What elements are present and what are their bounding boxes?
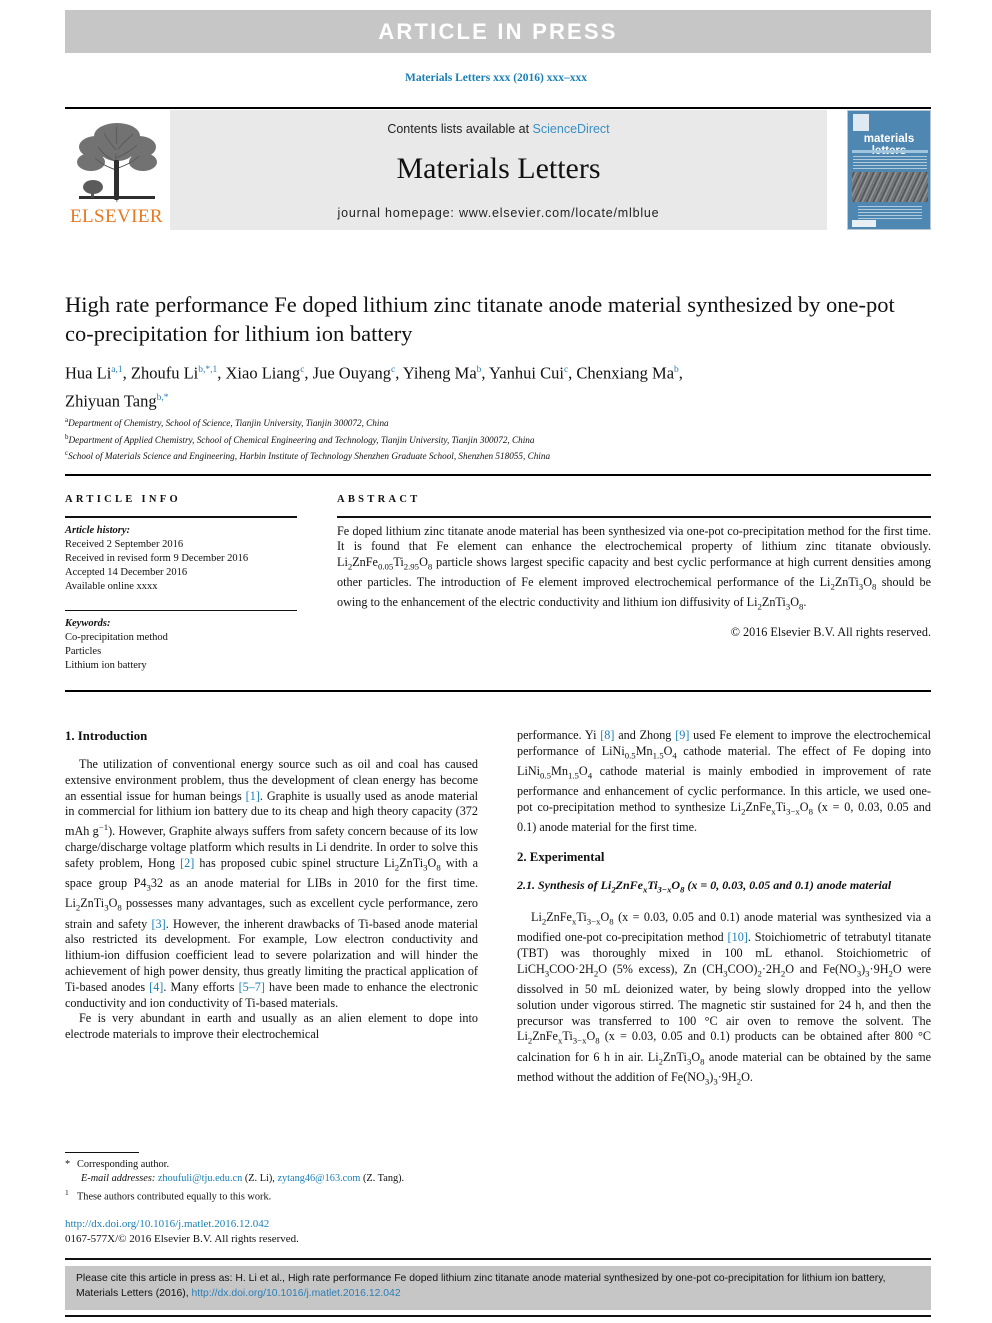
doi-link[interactable]: http://dx.doi.org/10.1016/j.matlet.2016.… xyxy=(65,1217,495,1232)
cover-journal-title: materials letters xyxy=(863,133,915,157)
history-item: Available online xxxx xyxy=(65,580,158,592)
keyword-item: Lithium ion battery xyxy=(65,660,147,672)
email-addresses-label: E-mail addresses: xyxy=(81,1173,156,1185)
history-item: Received 2 September 2016 xyxy=(65,538,184,550)
cover-elsevier-mark-icon xyxy=(853,114,869,131)
footnote-text: These authors contributed equally to thi… xyxy=(77,1191,272,1203)
affiliation-list: aDepartment of Chemistry, School of Scie… xyxy=(65,414,927,464)
masthead-center-panel: Contents lists available at ScienceDirec… xyxy=(170,110,827,230)
footnote-equal-contribution: 1 These authors contributed equally to th… xyxy=(65,1186,485,1205)
cite-box-top-rule xyxy=(65,1258,931,1260)
cover-text-lines xyxy=(853,156,927,170)
elsevier-logo: ELSEVIER xyxy=(65,110,168,230)
citation-ref[interactable]: [10] xyxy=(728,930,748,944)
affiliation-item: aDepartment of Chemistry, School of Scie… xyxy=(65,414,927,431)
sciencedirect-link[interactable]: ScienceDirect xyxy=(533,122,610,136)
paragraph: The utilization of conventional energy s… xyxy=(65,757,479,1010)
running-head: Materials Letters xxx (2016) xxx–xxx xyxy=(404,72,588,84)
email-owner-1: (Z. Li), xyxy=(244,1173,275,1185)
contents-available-line: Contents lists available at ScienceDirec… xyxy=(170,122,827,136)
section-heading-introduction: 1. Introduction xyxy=(65,729,148,743)
citation-ref[interactable]: [4] xyxy=(149,980,163,994)
abstract-column: Fe doped lithium zinc titanate anode mat… xyxy=(337,516,931,640)
doi-block: http://dx.doi.org/10.1016/j.matlet.2016.… xyxy=(65,1217,495,1246)
email-link-1[interactable]: zhoufuli@tju.edu.cn xyxy=(158,1173,242,1184)
article-in-press-banner: ARTICLE IN PRESS xyxy=(65,10,931,53)
issn-copyright-line: 0167-577X/© 2016 Elsevier B.V. All right… xyxy=(65,1232,299,1245)
citation-ref[interactable]: [3] xyxy=(152,917,166,931)
citation-ref[interactable]: [2] xyxy=(180,856,194,870)
citation-ref[interactable]: [1] xyxy=(246,789,260,803)
footnote-emails: E-mail addresses: zhoufuli@tju.edu.cn (Z… xyxy=(65,1172,485,1186)
affiliation-text: Department of Applied Chemistry, School … xyxy=(68,434,535,445)
abstract-heading: ABSTRACT xyxy=(337,494,421,505)
affiliation-item: cSchool of Materials Science and Enginee… xyxy=(65,447,927,464)
article-info-heading: ARTICLE INFO xyxy=(65,494,181,505)
paragraph: performance. Yi [8] and Zhong [9] used F… xyxy=(517,728,932,835)
body-column-left: 1. Introduction The utilization of conve… xyxy=(65,728,478,1043)
article-in-press-label: ARTICLE IN PRESS xyxy=(378,18,618,44)
keyword-item: Co-precipitation method xyxy=(65,632,168,644)
history-item: Received in revised form 9 December 2016 xyxy=(65,552,249,564)
journal-masthead: ELSEVIER Contents lists available at Sci… xyxy=(65,110,931,230)
citation-ref[interactable]: [5–7] xyxy=(239,980,265,994)
abstract-text: Fe doped lithium zinc titanate anode mat… xyxy=(337,523,931,612)
journal-title: Materials Letters xyxy=(396,152,601,185)
elsevier-wordmark: ELSEVIER xyxy=(70,206,163,227)
cite-text: Please cite this article in press as: H.… xyxy=(76,1272,920,1302)
cover-footer-mark xyxy=(852,220,876,227)
footnote-rule xyxy=(65,1152,139,1154)
paragraph: Li2ZnFexTi3−xO8 (x = 0.03, 0.05 and 0.1)… xyxy=(517,909,932,1087)
paper-page: ARTICLE IN PRESS Materials Letters xxx (… xyxy=(0,0,992,1323)
journal-cover-thumbnail: materials letters xyxy=(847,110,931,230)
info-block-bottom-rule xyxy=(65,690,931,692)
citation-ref[interactable]: [9] xyxy=(675,728,689,742)
page-title: High rate performance Fe doped lithium z… xyxy=(65,292,895,346)
cite-doi-link[interactable]: http://dx.doi.org/10.1016/j.matlet.2016.… xyxy=(192,1288,401,1299)
footnote-corresponding-author: * Corresponding author. xyxy=(65,1158,485,1172)
footnote-list: * Corresponding author. E-mail addresses:… xyxy=(65,1158,485,1205)
affiliation-text: School of Materials Science and Engineer… xyxy=(68,451,551,462)
cover-lower-text-lines xyxy=(858,206,922,221)
elsevier-tree-icon xyxy=(71,114,163,206)
abstract-divider xyxy=(337,516,931,518)
asterisk-icon: * xyxy=(65,1159,71,1170)
contents-prefix: Contents lists available at xyxy=(387,122,533,136)
info-block-top-rule xyxy=(65,474,931,476)
footnote-text: Corresponding author. xyxy=(77,1159,170,1170)
paragraph: Fe is very abundant in earth and usually… xyxy=(65,1011,478,1042)
citation-ref[interactable]: [8] xyxy=(600,728,614,742)
keywords-divider xyxy=(65,609,297,612)
abstract-copyright: © 2016 Elsevier B.V. All rights reserved… xyxy=(730,624,931,639)
subsection-heading-synthesis: 2.1. Synthesis of Li2ZnFexTi3−xO8 (x = 0… xyxy=(517,878,892,895)
cover-photo-image xyxy=(852,172,928,202)
masthead-top-rule xyxy=(65,107,931,109)
body-column-right: performance. Yi [8] and Zhong [9] used F… xyxy=(517,728,931,1090)
cite-box-bottom-rule xyxy=(65,1315,931,1317)
article-history-label: Article history: xyxy=(65,524,131,536)
section-heading-experimental: 2. Experimental xyxy=(517,850,605,865)
cite-this-article-box: Please cite this article in press as: H.… xyxy=(65,1266,931,1310)
footnote-marker-1: 1 xyxy=(65,1188,69,1198)
email-owner-2: (Z. Tang). xyxy=(363,1173,405,1185)
author-list: Hua Lia,1, Zhoufu Lib,*,1, Xiao Liangc, … xyxy=(65,363,683,411)
keyword-item: Particles xyxy=(65,646,102,658)
email-link-2[interactable]: zytang46@163.com xyxy=(277,1173,360,1184)
keywords-label: Keywords: xyxy=(65,618,111,630)
info-divider xyxy=(65,516,297,518)
history-item: Accepted 14 December 2016 xyxy=(65,566,188,578)
affiliation-item: bDepartment of Applied Chemistry, School… xyxy=(65,431,927,448)
cover-band xyxy=(852,150,928,153)
journal-homepage-line[interactable]: journal homepage: www.elsevier.com/locat… xyxy=(170,206,827,220)
affiliation-text: Department of Chemistry, School of Scien… xyxy=(68,418,389,429)
article-info-column: Article history: Received 2 September 20… xyxy=(65,516,297,673)
